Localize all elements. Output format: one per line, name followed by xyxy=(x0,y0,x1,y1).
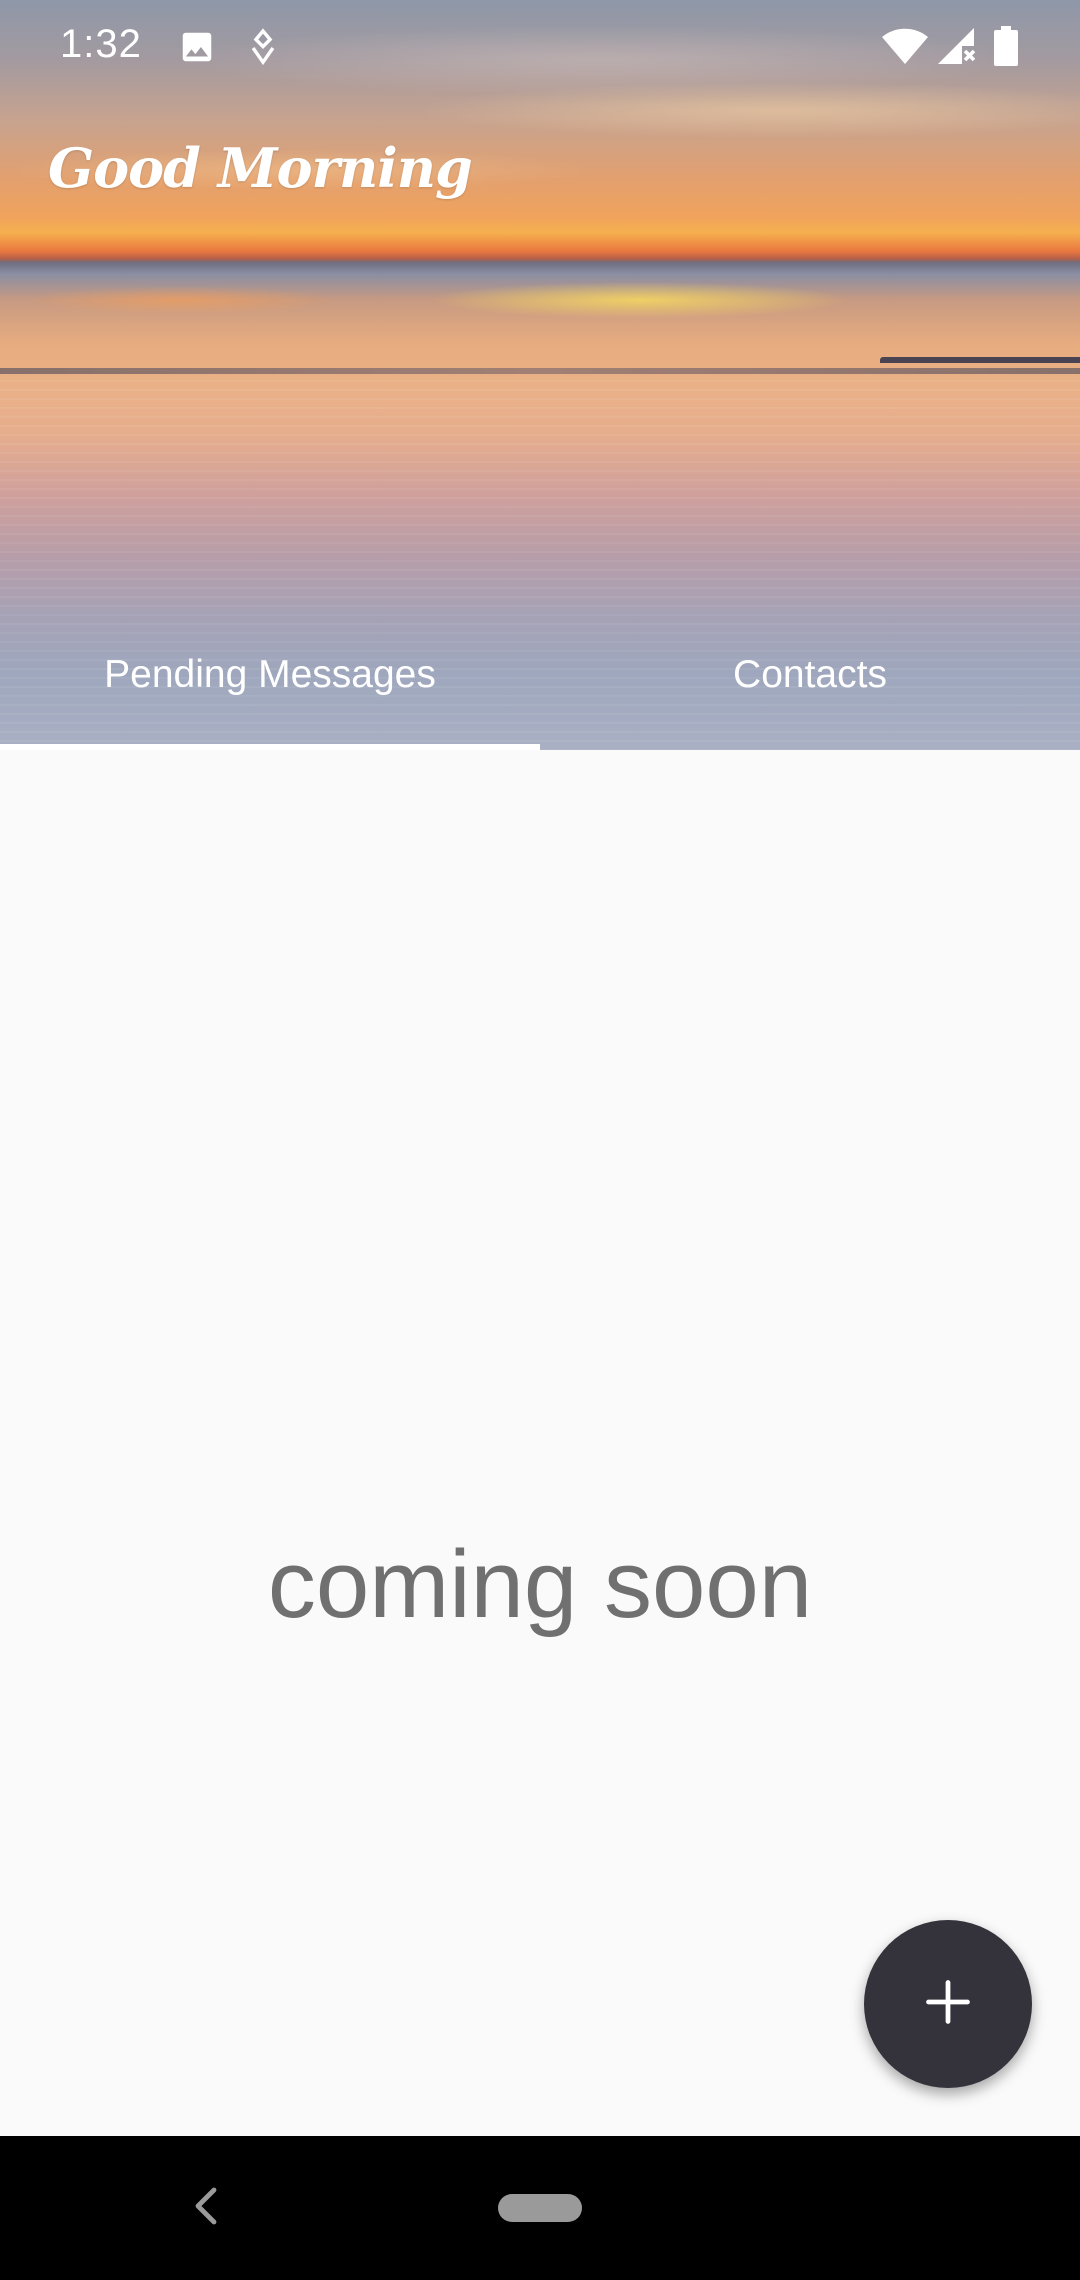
back-icon[interactable] xyxy=(192,2184,220,2233)
battery-icon xyxy=(994,26,1018,71)
tab-bar: Pending Messages Contacts xyxy=(0,620,1080,750)
image-icon xyxy=(178,28,216,71)
tab-pending-messages[interactable]: Pending Messages xyxy=(0,620,540,750)
status-time: 1:32 xyxy=(60,22,142,66)
signal-icon xyxy=(936,26,976,71)
status-bar: 1:32 xyxy=(0,0,1080,96)
app-notification-icon xyxy=(246,28,280,73)
navigation-bar xyxy=(0,2136,1080,2280)
greeting-title: Good Morning xyxy=(48,136,473,200)
coming-soon-message: coming soon xyxy=(267,1531,813,1638)
add-fab-button[interactable] xyxy=(864,1920,1032,2088)
tab-label: Pending Messages xyxy=(104,653,436,696)
tab-contacts[interactable]: Contacts xyxy=(540,620,1080,750)
tab-label: Contacts xyxy=(733,653,887,696)
app-screen: 1:32 Good Morning Pending Messages Conta… xyxy=(0,0,1080,2280)
home-pill[interactable] xyxy=(498,2194,582,2222)
plus-icon xyxy=(922,1976,974,2033)
wifi-icon xyxy=(880,26,930,71)
